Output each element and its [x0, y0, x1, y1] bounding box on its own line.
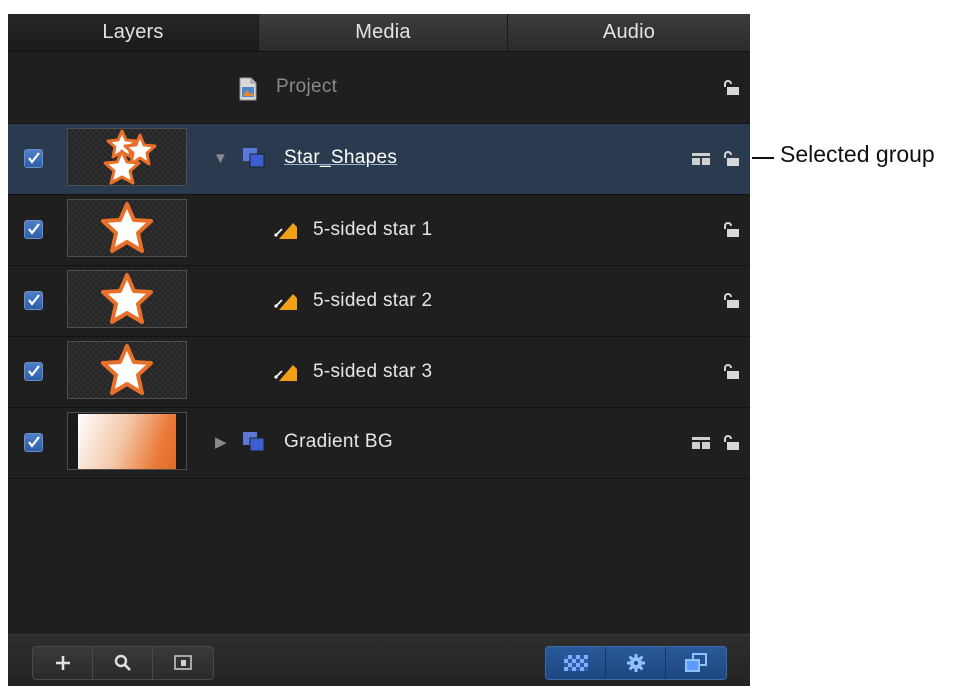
lock-icon[interactable]	[721, 291, 741, 311]
layer-row-star-2[interactable]: 5-sided star 2	[8, 266, 750, 337]
layer-label: 5-sided star 3	[313, 361, 433, 382]
tab-audio[interactable]: Audio	[508, 14, 750, 51]
lock-icon[interactable]	[721, 78, 741, 98]
search-button[interactable]	[93, 647, 153, 679]
add-button[interactable]	[33, 647, 93, 679]
tab-layers[interactable]: Layers	[8, 14, 259, 51]
search-icon	[114, 654, 131, 671]
checkerboard-icon	[563, 655, 588, 671]
stars-thumbnail	[67, 128, 187, 186]
visibility-checkbox[interactable]	[24, 149, 43, 168]
visibility-checkbox[interactable]	[24, 220, 43, 239]
layers-icon	[685, 653, 707, 672]
layer-label: 5-sided star 2	[313, 290, 433, 311]
layer-row-star-shapes[interactable]: ▼ Star_Shapes	[8, 124, 750, 195]
group-toggle-icon[interactable]	[691, 151, 711, 167]
shape-icon	[273, 217, 299, 246]
star-thumbnail	[67, 270, 187, 328]
group-toggle-icon[interactable]	[691, 435, 711, 451]
project-row[interactable]: Project	[8, 52, 750, 124]
lock-icon[interactable]	[721, 362, 741, 382]
add-icon	[55, 656, 70, 670]
callout-line	[752, 157, 774, 159]
project-label: Project	[276, 76, 338, 97]
layer-label: 5-sided star 1	[313, 219, 433, 240]
lock-icon[interactable]	[721, 149, 741, 169]
layer-row-star-3[interactable]: 5-sided star 3	[8, 337, 750, 408]
group-icon	[241, 430, 267, 454]
presentation-button[interactable]	[153, 647, 213, 679]
view-options-group	[545, 646, 727, 680]
star-thumbnail	[67, 341, 187, 399]
callout-label: Selected group	[780, 141, 935, 167]
visibility-checkbox[interactable]	[24, 362, 43, 381]
gradient-preview	[78, 414, 176, 469]
shape-icon	[273, 288, 299, 317]
layer-row-star-1[interactable]: 5-sided star 1	[8, 195, 750, 266]
layer-label: Gradient BG	[284, 431, 393, 452]
presentation-icon	[174, 655, 192, 670]
layer-row-gradient-bg[interactable]: ▶ Gradient BG	[8, 408, 750, 479]
layer-label: Star_Shapes	[284, 147, 398, 168]
layers-panel: Layers Media Audio Project ▼ Star_Shapes…	[8, 14, 750, 686]
disclosure-triangle-expanded[interactable]: ▼	[213, 150, 228, 167]
group-icon	[241, 146, 267, 170]
checkerboard-button[interactable]	[546, 647, 606, 679]
settings-button[interactable]	[606, 647, 666, 679]
layer-actions-group	[32, 646, 214, 680]
project-icon	[238, 77, 258, 106]
bottom-toolbar	[8, 634, 750, 686]
disclosure-triangle-collapsed[interactable]: ▶	[215, 433, 227, 451]
tab-bar: Layers Media Audio	[8, 14, 750, 52]
gradient-thumbnail	[67, 412, 187, 470]
lock-icon[interactable]	[721, 433, 741, 453]
tab-media[interactable]: Media	[259, 14, 508, 51]
visibility-checkbox[interactable]	[24, 291, 43, 310]
gear-icon	[626, 654, 645, 672]
visibility-checkbox[interactable]	[24, 433, 43, 452]
shape-icon	[273, 359, 299, 388]
lock-icon[interactable]	[721, 220, 741, 240]
layers-button[interactable]	[666, 647, 726, 679]
star-thumbnail	[67, 199, 187, 257]
